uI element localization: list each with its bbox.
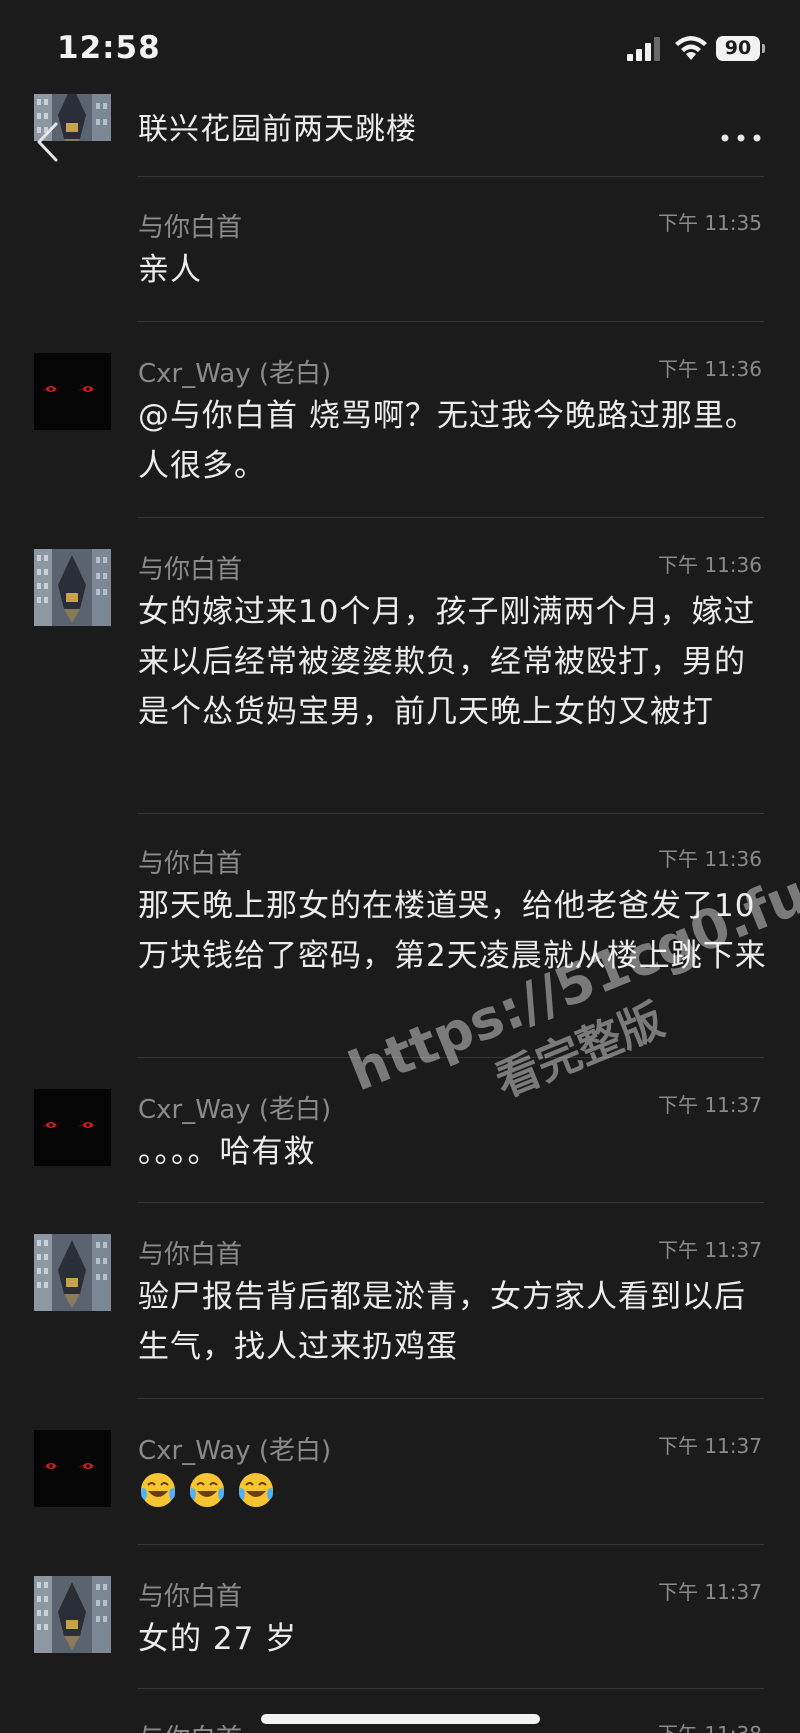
message-time: 下午 11:37 [658, 1238, 762, 1262]
message-text: @与你白首 烧骂啊？无过我今晚路过那里。人很多。 [138, 398, 757, 484]
back-arrow-icon[interactable] [34, 120, 60, 164]
message-text: 。。。。哈有救 [138, 1134, 316, 1170]
message-divider [137, 1544, 764, 1545]
message-divider [137, 517, 764, 518]
sender-name: 与你白首 [138, 1718, 242, 1733]
battery-indicator: 90 [716, 36, 760, 61]
crying-laughing-face-icon [138, 1470, 178, 1510]
sender-name: 与你白首 [138, 1582, 243, 1612]
sender-name: Cxr_Way (老白) [138, 359, 332, 389]
status-time: 12:58 [57, 30, 161, 66]
status-bar: 12:58 90 [0, 0, 800, 92]
message-text: 验尸报告背后都是淤青，女方家人看到以后生气，找人过来扔鸡蛋 [138, 1279, 746, 1365]
wifi-icon [675, 36, 707, 60]
message-text: 女的 27 岁 [138, 1621, 298, 1657]
message-text: 女的嫁过来10个月，孩子刚满两个月，嫁过来以后经常被婆婆欺负，经常被殴打，男的是… [138, 594, 756, 730]
message-divider [137, 1398, 764, 1399]
sender-name: 与你白首 [138, 1240, 243, 1270]
message-time: 下午 11:36 [658, 553, 762, 577]
crying-laughing-face-icon [187, 1470, 227, 1510]
emoji-message [138, 1470, 280, 1512]
chat-header: 联兴花园前两天跳楼 [0, 92, 800, 177]
battery-tip [762, 44, 765, 53]
message-time: 下午 11:36 [658, 847, 762, 871]
sender-name: 与你白首 [138, 849, 243, 879]
message-time: 下午 11:38 [658, 1718, 762, 1733]
message-divider [137, 1057, 764, 1058]
chat-title: 联兴花园前两天跳楼 [138, 112, 417, 147]
user-avatar[interactable] [34, 1089, 111, 1166]
header-divider [137, 176, 764, 177]
user-avatar[interactable] [34, 1234, 111, 1311]
message-time: 下午 11:37 [658, 1434, 762, 1458]
message-time: 下午 11:36 [658, 357, 762, 381]
message-text: 那天晚上那女的在楼道哭，给他老爸发了10万块钱给了密码，第2天凌晨就从楼上跳下来 [138, 888, 767, 974]
more-options-icon[interactable] [720, 132, 762, 144]
sender-name: Cxr_Way (老白) [138, 1095, 332, 1125]
message-time: 下午 11:35 [658, 211, 762, 235]
sender-name: 与你白首 [138, 555, 243, 585]
sender-name: Cxr_Way (老白) [138, 1436, 332, 1466]
home-indicator[interactable] [261, 1714, 540, 1724]
message-divider [137, 1688, 764, 1689]
message-divider [137, 813, 764, 814]
message-text: 亲人 [138, 252, 202, 288]
user-avatar[interactable] [34, 1430, 111, 1507]
sender-name: 与你白首 [138, 213, 243, 243]
message-divider [137, 1202, 764, 1203]
user-avatar[interactable] [34, 549, 111, 626]
message-time: 下午 11:37 [658, 1580, 762, 1604]
message-divider [137, 321, 764, 322]
message-time: 下午 11:37 [658, 1093, 762, 1117]
crying-laughing-face-icon [236, 1470, 276, 1510]
cellular-signal-icon [627, 37, 660, 61]
user-avatar[interactable] [34, 353, 111, 430]
user-avatar[interactable] [34, 1576, 111, 1653]
